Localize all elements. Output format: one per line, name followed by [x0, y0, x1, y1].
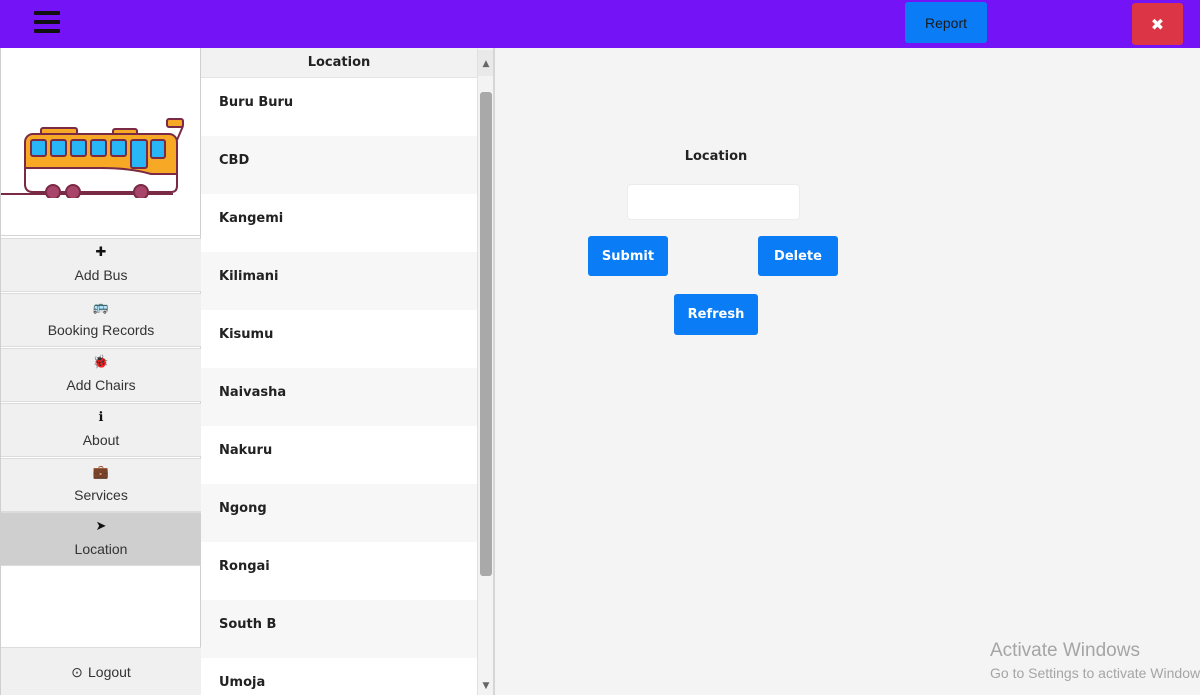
briefcase-icon: 💼	[92, 465, 110, 480]
sidebar-item-location[interactable]: ➤ Location	[1, 512, 201, 566]
power-icon: ⊙	[71, 664, 83, 680]
list-item[interactable]: Ngong	[201, 484, 477, 542]
sidebar-item-label: Add Chairs	[66, 377, 136, 393]
info-circle-icon: ℹ	[98, 410, 104, 425]
list-item[interactable]: Buru Buru	[201, 78, 477, 136]
report-button[interactable]: Report	[905, 2, 987, 43]
list-item[interactable]: Kilimani	[201, 252, 477, 310]
list-item[interactable]: Kangemi	[201, 194, 477, 252]
logout-button[interactable]: ⊙ Logout	[1, 647, 201, 695]
list-scrollbar[interactable]: ▲ ▼	[477, 48, 493, 695]
bus-illustration-icon	[1, 118, 184, 198]
sidebar-item-services[interactable]: 💼 Services	[1, 458, 201, 512]
location-list-panel: Location Buru Buru CBD Kangemi Kilimani …	[201, 48, 495, 695]
sidebar-item-label: Add Bus	[74, 267, 128, 283]
list-item[interactable]: Kisumu	[201, 310, 477, 368]
sidebar-item-add-chairs[interactable]: 🐞 Add Chairs	[1, 348, 201, 402]
bus-logo	[1, 48, 201, 236]
location-arrow-icon: ➤	[95, 519, 107, 534]
sidebar-item-label: Location	[74, 541, 128, 557]
plus-icon: ✚	[95, 245, 107, 260]
sidebar-item-add-bus[interactable]: ✚ Add Bus	[1, 238, 201, 292]
location-input[interactable]	[627, 184, 800, 220]
sidebar-item-label: About	[82, 432, 120, 448]
bus-icon: 🚌	[92, 300, 110, 315]
sidebar-item-label: Services	[74, 487, 128, 503]
sidebar-item-about[interactable]: ℹ About	[1, 403, 201, 457]
list-item[interactable]: Rongai	[201, 542, 477, 600]
location-field-label: Location	[684, 149, 748, 164]
hamburger-menu-icon[interactable]	[34, 11, 60, 35]
logout-label: Logout	[88, 664, 131, 680]
top-bar: Report ✖	[0, 0, 1200, 48]
refresh-button[interactable]: Refresh	[674, 294, 758, 335]
location-list-header: Location	[201, 48, 477, 78]
activate-windows-watermark: Activate Windows Go to Settings to activ…	[990, 640, 1200, 681]
scroll-up-arrow-icon[interactable]: ▲	[478, 50, 493, 76]
list-item[interactable]: South B	[201, 600, 477, 658]
sidebar-item-label: Booking Records	[47, 322, 155, 338]
delete-button[interactable]: Delete	[758, 236, 838, 276]
location-form-area: Location Submit Delete Refresh	[501, 48, 1200, 695]
watermark-subtitle: Go to Settings to activate Windows.	[990, 665, 1200, 681]
sidebar-item-booking-records[interactable]: 🚌 Booking Records	[1, 293, 201, 347]
scroll-thumb[interactable]	[480, 92, 492, 576]
submit-button[interactable]: Submit	[588, 236, 668, 276]
list-item[interactable]: CBD	[201, 136, 477, 194]
sidebar: ✚ Add Bus 🚌 Booking Records 🐞 Add Chairs…	[0, 48, 201, 695]
watermark-title: Activate Windows	[990, 640, 1140, 661]
list-item[interactable]: Naivasha	[201, 368, 477, 426]
list-item[interactable]: Nakuru	[201, 426, 477, 484]
list-item[interactable]: Umoja	[201, 658, 477, 695]
bug-icon: 🐞	[92, 355, 110, 370]
close-button[interactable]: ✖	[1132, 3, 1183, 45]
scroll-down-arrow-icon[interactable]: ▼	[478, 678, 493, 694]
